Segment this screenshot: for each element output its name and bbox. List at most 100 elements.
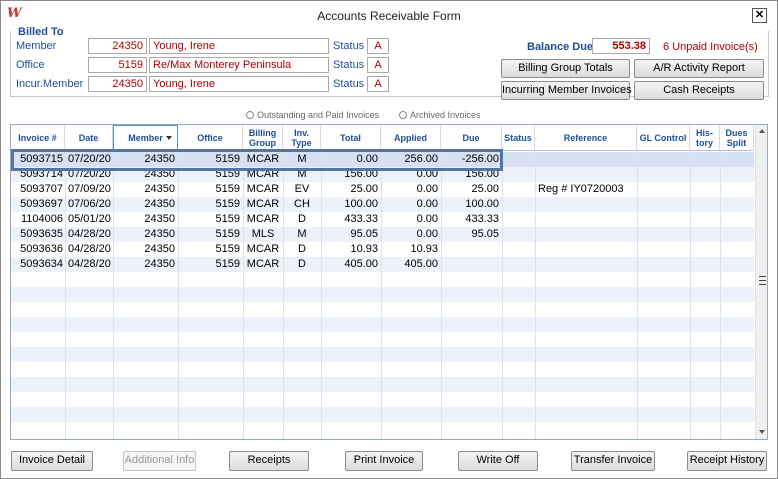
cell-member: 24350 <box>144 258 175 270</box>
invoice-detail-button[interactable]: Invoice Detail <box>11 451 93 471</box>
cell-reference <box>535 212 637 227</box>
scroll-up-icon[interactable] <box>756 125 767 138</box>
empty-table-row[interactable] <box>11 332 754 347</box>
cell-status <box>502 242 535 257</box>
column-divider <box>535 151 536 439</box>
cell-applied: 405.00 <box>404 258 438 270</box>
archived-invoices-radio[interactable]: Archived Invoices <box>399 110 481 120</box>
scroll-grip-icon[interactable] <box>759 276 766 285</box>
grid-header: Invoice # Date Member Office Billing Gro… <box>11 125 754 151</box>
member-label: Member <box>16 40 57 52</box>
col-inv-type[interactable]: Inv. Type <box>283 125 321 151</box>
unpaid-invoices-count: 6 Unpaid Invoice(s) <box>663 41 758 53</box>
cell-inv-type: D <box>298 243 306 255</box>
incurring-member-invoices-button[interactable]: Incurring Member Invoices <box>501 81 632 100</box>
cell-gl-control <box>637 152 690 167</box>
empty-table-row[interactable] <box>11 317 754 332</box>
additional-info-button[interactable]: Additional Info <box>123 451 196 471</box>
cell-member: 24350 <box>144 168 175 180</box>
cell-gl-control <box>637 242 690 257</box>
col-office[interactable]: Office <box>178 125 243 151</box>
cash-receipts-button[interactable]: Cash Receipts <box>634 81 764 100</box>
office-id-field[interactable]: 5159 <box>88 57 147 73</box>
col-invoice[interactable]: Invoice # <box>11 125 65 151</box>
member-name-field[interactable]: Young, Irene <box>149 38 329 54</box>
receipt-history-button[interactable]: Receipt History <box>687 451 767 471</box>
grid-vertical-scrollbar[interactable] <box>755 125 767 439</box>
cell-dues-split <box>720 227 754 242</box>
col-status[interactable]: Status <box>502 125 535 151</box>
cell-status <box>502 182 535 197</box>
office-name-field[interactable]: Re/Max Monterey Peninsula <box>149 57 329 73</box>
cell-history <box>690 182 720 197</box>
col-dues-split[interactable]: Dues Split <box>720 125 754 151</box>
cell-date: 07/20/20 <box>68 168 111 180</box>
empty-table-row[interactable] <box>11 362 754 377</box>
cell-total: 95.05 <box>350 228 378 240</box>
close-icon[interactable]: ✕ <box>752 8 767 23</box>
table-row[interactable]: 5093707 07/09/20 24350 5159 MCAR EV 25.00 0.00 2… <box>11 182 754 197</box>
cell-status <box>502 167 535 182</box>
cell-invoice: 5093636 <box>20 243 63 255</box>
empty-table-row[interactable] <box>11 407 754 422</box>
empty-table-row[interactable] <box>11 287 754 302</box>
empty-table-row[interactable] <box>11 302 754 317</box>
col-reference[interactable]: Reference <box>535 125 637 151</box>
office-status-field[interactable]: A <box>367 57 389 73</box>
receipts-button[interactable]: Receipts <box>229 451 309 471</box>
table-row[interactable]: 5093636 04/28/20 24350 5159 MCAR D 10.93 10.93 <box>11 242 754 257</box>
radio-dot-icon <box>246 111 254 119</box>
col-gl-control[interactable]: GL Control <box>637 125 690 151</box>
cell-inv-type: CH <box>294 198 310 210</box>
col-history[interactable]: His-tory <box>690 125 720 151</box>
cell-billing-group: MCAR <box>246 258 280 270</box>
cell-dues-split <box>720 152 754 167</box>
transfer-invoice-button[interactable]: Transfer Invoice <box>571 451 655 471</box>
incur-member-id-field[interactable]: 24350 <box>88 76 147 92</box>
cell-status <box>502 152 535 167</box>
write-off-button[interactable]: Write Off <box>458 451 538 471</box>
scroll-down-icon[interactable] <box>756 426 767 439</box>
table-row[interactable]: 1104006 05/01/20 24350 5159 MCAR D 433.33 0.00 4… <box>11 212 754 227</box>
cell-due <box>441 257 502 272</box>
cell-billing-group: MCAR <box>246 183 280 195</box>
col-applied[interactable]: Applied <box>381 125 441 151</box>
table-row[interactable]: 5093714 07/20/20 24350 5159 MCAR M 156.00 0.00 1… <box>11 167 754 182</box>
col-total[interactable]: Total <box>321 125 381 151</box>
member-status-field[interactable]: A <box>367 38 389 54</box>
cell-invoice: 5093634 <box>20 258 63 270</box>
ar-activity-report-button[interactable]: A/R Activity Report <box>634 59 764 78</box>
column-divider <box>283 151 284 439</box>
column-divider <box>720 151 721 439</box>
empty-table-row[interactable] <box>11 377 754 392</box>
outstanding-invoices-radio[interactable]: Outstanding and Paid Invoices <box>246 110 379 120</box>
unpaid-label: Unpaid Invoice(s) <box>672 41 758 53</box>
table-row[interactable]: 5093635 04/28/20 24350 5159 MLS M 95.05 0.00 95.… <box>11 227 754 242</box>
cell-history <box>690 227 720 242</box>
cell-date: 05/01/20 <box>68 213 111 225</box>
empty-table-row[interactable] <box>11 422 754 437</box>
col-due[interactable]: Due <box>441 125 502 151</box>
table-row[interactable]: 5093634 04/28/20 24350 5159 MCAR D 405.00 405.0… <box>11 257 754 272</box>
print-invoice-button[interactable]: Print Invoice <box>345 451 423 471</box>
cell-member: 24350 <box>144 153 175 165</box>
cell-reference <box>535 167 637 182</box>
empty-table-row[interactable] <box>11 392 754 407</box>
billing-group-totals-button[interactable]: Billing Group Totals <box>501 59 630 78</box>
member-id-field[interactable]: 24350 <box>88 38 147 54</box>
cell-total: 156.00 <box>344 168 378 180</box>
col-member[interactable]: Member <box>113 125 178 151</box>
cell-date: 04/28/20 <box>68 258 111 270</box>
incur-member-status-field[interactable]: A <box>367 76 389 92</box>
table-row[interactable]: 5093715 07/20/20 24350 5159 MCAR M 0.00 256.00 -… <box>11 152 754 167</box>
col-date[interactable]: Date <box>65 125 113 151</box>
cell-billing-group: MCAR <box>246 243 280 255</box>
cell-invoice: 5093697 <box>20 198 63 210</box>
table-row[interactable]: 5093697 07/06/20 24350 5159 MCAR CH 100.00 0.00… <box>11 197 754 212</box>
empty-table-row[interactable] <box>11 347 754 362</box>
incur-member-name-field[interactable]: Young, Irene <box>149 76 329 92</box>
empty-table-row[interactable] <box>11 272 754 287</box>
cell-due <box>441 242 502 257</box>
cell-billing-group: MCAR <box>246 153 280 165</box>
col-billing-group[interactable]: Billing Group <box>243 125 283 151</box>
